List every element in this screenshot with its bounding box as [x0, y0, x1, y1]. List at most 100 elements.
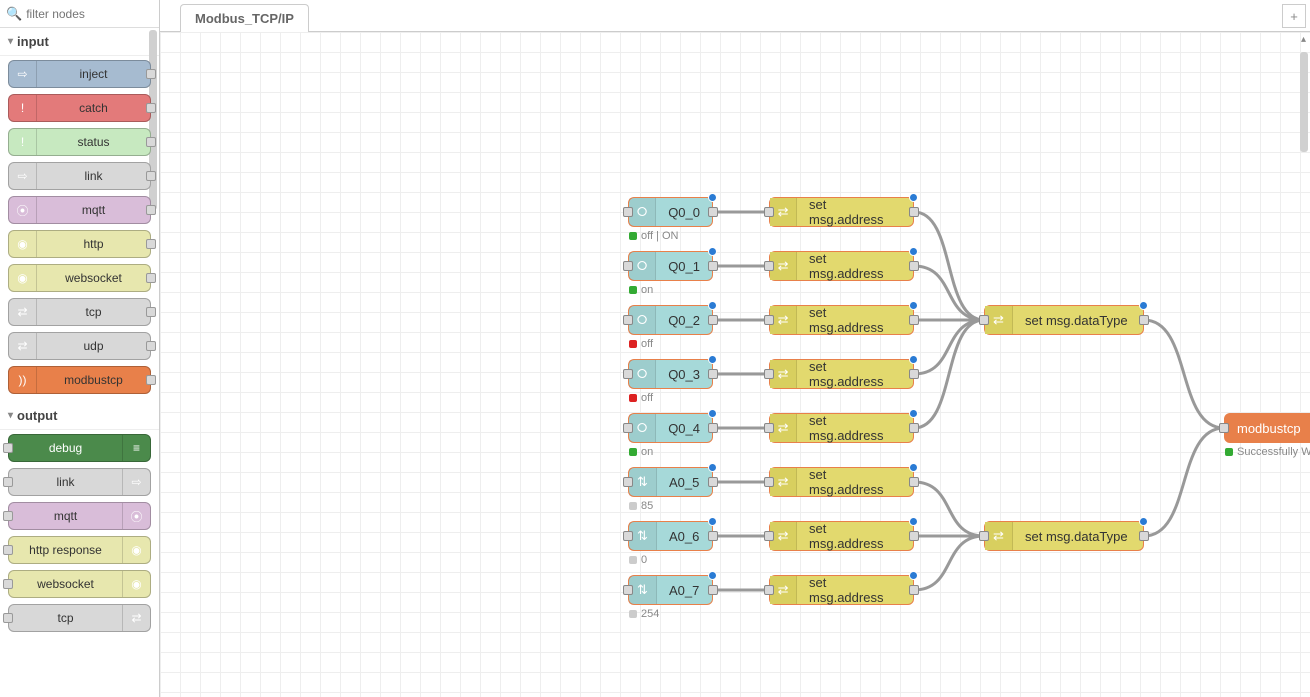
output-port[interactable]: [909, 585, 919, 595]
output-port[interactable]: [708, 207, 718, 217]
palette-node-udp[interactable]: ⇄udp: [8, 332, 151, 360]
palette-node-tcp[interactable]: ⇄tcp: [8, 604, 151, 632]
port[interactable]: [3, 579, 13, 589]
input-port[interactable]: [979, 315, 989, 325]
input-port[interactable]: [764, 207, 774, 217]
filter-input[interactable]: [26, 7, 153, 21]
flow-node-c1[interactable]: ⇄set msg.address: [769, 251, 914, 281]
port[interactable]: [146, 171, 156, 181]
flow-node-q3[interactable]: ⭘Q0_3off: [628, 359, 713, 389]
output-port[interactable]: [1139, 315, 1149, 325]
port[interactable]: [146, 205, 156, 215]
flow-node-q0[interactable]: ⭘Q0_0off | ON: [628, 197, 713, 227]
palette-node-catch[interactable]: !catch: [8, 94, 151, 122]
port[interactable]: [146, 375, 156, 385]
port[interactable]: [146, 273, 156, 283]
node-label: link: [37, 169, 150, 183]
flow-node-q2[interactable]: ⭘Q0_2off: [628, 305, 713, 335]
input-port[interactable]: [623, 585, 633, 595]
output-port[interactable]: [708, 423, 718, 433]
flow-node-a6[interactable]: ⇅A0_60: [628, 521, 713, 551]
flow-node-c7[interactable]: ⇄set msg.address: [769, 575, 914, 605]
input-port[interactable]: [764, 477, 774, 487]
output-port[interactable]: [708, 477, 718, 487]
input-port[interactable]: [623, 477, 633, 487]
flow-node-c5[interactable]: ⇄set msg.address: [769, 467, 914, 497]
palette-node-link[interactable]: ⇨link: [8, 468, 151, 496]
add-tab-button[interactable]: +: [1282, 4, 1306, 28]
palette-node-mqtt[interactable]: ⦿mqtt: [8, 502, 151, 530]
port[interactable]: [3, 511, 13, 521]
input-port[interactable]: [764, 261, 774, 271]
palette-node-modbustcp[interactable]: ))modbustcp: [8, 366, 151, 394]
port[interactable]: [146, 239, 156, 249]
flow-node-q4[interactable]: ⭘Q0_4on: [628, 413, 713, 443]
input-port[interactable]: [764, 585, 774, 595]
input-port[interactable]: [623, 261, 633, 271]
palette-node-tcp[interactable]: ⇄tcp: [8, 298, 151, 326]
tab-modbus[interactable]: Modbus_TCP/IP: [180, 4, 309, 32]
port[interactable]: [146, 69, 156, 79]
palette-node-status[interactable]: !status: [8, 128, 151, 156]
node-status: 254: [629, 608, 659, 620]
input-port[interactable]: [979, 531, 989, 541]
input-port[interactable]: [764, 531, 774, 541]
flow-node-c4[interactable]: ⇄set msg.address: [769, 413, 914, 443]
input-port[interactable]: [623, 369, 633, 379]
palette-node-mqtt[interactable]: ⦿mqtt: [8, 196, 151, 224]
output-port[interactable]: [909, 369, 919, 379]
palette-filter[interactable]: 🔍: [0, 0, 159, 28]
palette-node-http[interactable]: ◉http: [8, 230, 151, 258]
port[interactable]: [3, 545, 13, 555]
category-input[interactable]: ▾ input: [0, 28, 159, 56]
node-type-icon: ⇄: [770, 522, 797, 550]
flow-node-d0[interactable]: ⇄set msg.dataType: [984, 305, 1144, 335]
input-port[interactable]: [1219, 423, 1229, 433]
input-port[interactable]: [623, 315, 633, 325]
palette-node-debug[interactable]: ≡debug: [8, 434, 151, 462]
palette-node-http-response[interactable]: ◉http response: [8, 536, 151, 564]
port[interactable]: [146, 307, 156, 317]
output-port[interactable]: [1139, 531, 1149, 541]
flow-node-c3[interactable]: ⇄set msg.address: [769, 359, 914, 389]
flow-node-c2[interactable]: ⇄set msg.address: [769, 305, 914, 335]
input-port[interactable]: [623, 207, 633, 217]
output-port[interactable]: [708, 369, 718, 379]
category-output[interactable]: ▾ output: [0, 402, 159, 430]
output-port[interactable]: [909, 261, 919, 271]
status-text: on: [641, 446, 653, 458]
output-port[interactable]: [708, 531, 718, 541]
output-port[interactable]: [909, 477, 919, 487]
port[interactable]: [146, 103, 156, 113]
input-port[interactable]: [764, 315, 774, 325]
palette-node-link[interactable]: ⇨link: [8, 162, 151, 190]
flow-node-mb[interactable]: ))modbustcpSuccessfully Written: [1224, 413, 1310, 443]
port[interactable]: [3, 443, 13, 453]
input-port[interactable]: [764, 423, 774, 433]
flow-node-q1[interactable]: ⭘Q0_1on: [628, 251, 713, 281]
output-port[interactable]: [909, 207, 919, 217]
flow-node-d1[interactable]: ⇄set msg.dataType: [984, 521, 1144, 551]
flow-canvas[interactable]: ▴ ⭘Q0_0off | ON⭘Q0_1on⭘Q0_2off⭘Q0_3off⭘Q…: [160, 32, 1310, 697]
port[interactable]: [146, 137, 156, 147]
flow-node-a7[interactable]: ⇅A0_7254: [628, 575, 713, 605]
output-port[interactable]: [909, 315, 919, 325]
output-port[interactable]: [909, 423, 919, 433]
input-port[interactable]: [623, 531, 633, 541]
palette-node-websocket[interactable]: ◉websocket: [8, 570, 151, 598]
output-port[interactable]: [708, 585, 718, 595]
palette-node-inject[interactable]: ⇨inject: [8, 60, 151, 88]
port[interactable]: [3, 477, 13, 487]
flow-node-c0[interactable]: ⇄set msg.address: [769, 197, 914, 227]
output-port[interactable]: [708, 261, 718, 271]
output-port[interactable]: [708, 315, 718, 325]
palette-node-websocket[interactable]: ◉websocket: [8, 264, 151, 292]
port[interactable]: [3, 613, 13, 623]
input-port[interactable]: [623, 423, 633, 433]
flow-node-c6[interactable]: ⇄set msg.address: [769, 521, 914, 551]
output-port[interactable]: [909, 531, 919, 541]
port[interactable]: [146, 341, 156, 351]
flow-node-a5[interactable]: ⇅A0_585: [628, 467, 713, 497]
input-port[interactable]: [764, 369, 774, 379]
node-label: set msg.address: [797, 521, 913, 551]
